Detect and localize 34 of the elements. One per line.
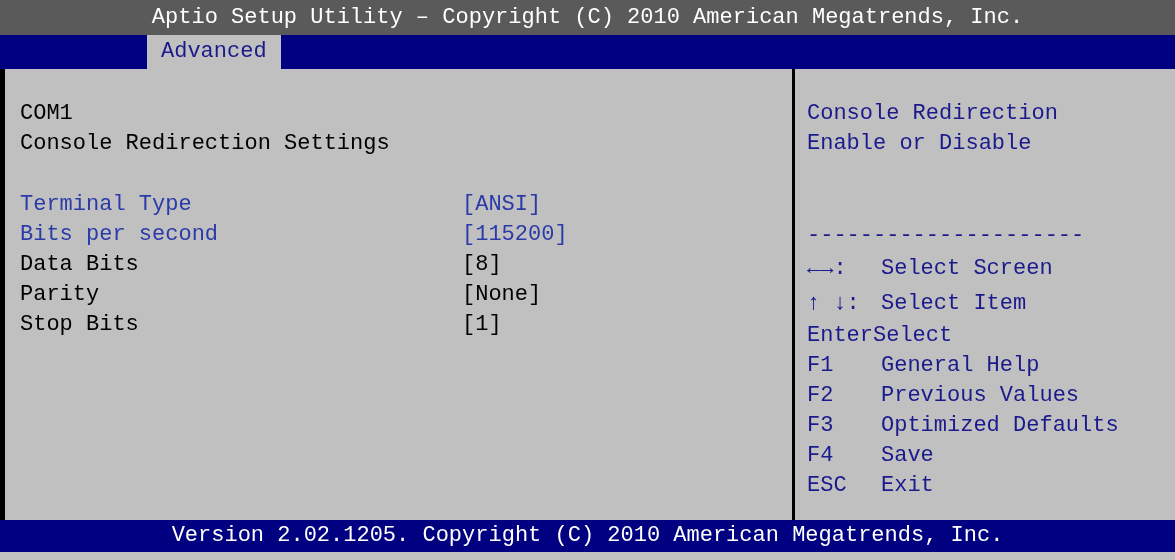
setting-label: Data Bits: [20, 251, 140, 279]
key-name: F2: [807, 382, 835, 410]
key-action: Previous Values: [881, 382, 1080, 410]
key-name: Enter: [807, 322, 873, 350]
setting-value: [8]: [462, 251, 502, 279]
section-heading: COM1: [20, 100, 74, 128]
setting-label: Parity: [20, 281, 101, 309]
key-action: Save: [881, 442, 934, 470]
key-action: Exit: [881, 472, 934, 500]
key-name: F4: [807, 442, 835, 470]
key-action: Select Screen: [881, 254, 1053, 283]
setting-value[interactable]: [115200]: [462, 220, 568, 250]
key-action: General Help: [881, 352, 1040, 380]
setting-value: [1]: [462, 311, 502, 339]
key-name: F1: [807, 352, 835, 380]
setting-value: [None]: [462, 281, 542, 309]
key-action: Optimized Defaults: [881, 412, 1119, 440]
key-name: ←→:: [807, 254, 848, 283]
help-text: Enable or Disable: [807, 130, 1033, 158]
separator-line: ---------------------: [807, 222, 1086, 250]
key-action: Select: [873, 322, 953, 350]
key-name: ↑ ↓:: [807, 289, 861, 318]
setting-label: Stop Bits: [20, 311, 140, 339]
version-text: Version 2.02.1205. Copyright (C) 2010 American Megatrends, Inc.: [171, 522, 1004, 550]
key-name: F3: [807, 412, 835, 440]
help-text: Console Redirection: [807, 100, 1059, 128]
key-name: ESC: [807, 472, 848, 500]
key-action: Select Item: [881, 289, 1027, 318]
setting-value[interactable]: [ANSI]: [462, 190, 542, 220]
window-title: Aptio Setup Utility – Copyright (C) 2010 American Megatrends, Inc.: [151, 3, 1024, 32]
setting-label[interactable]: Terminal Type: [20, 190, 462, 220]
menu-tab[interactable]: Advanced: [147, 35, 281, 69]
section-heading: Console Redirection Settings: [20, 130, 391, 158]
setting-label[interactable]: Bits per second: [20, 220, 462, 250]
